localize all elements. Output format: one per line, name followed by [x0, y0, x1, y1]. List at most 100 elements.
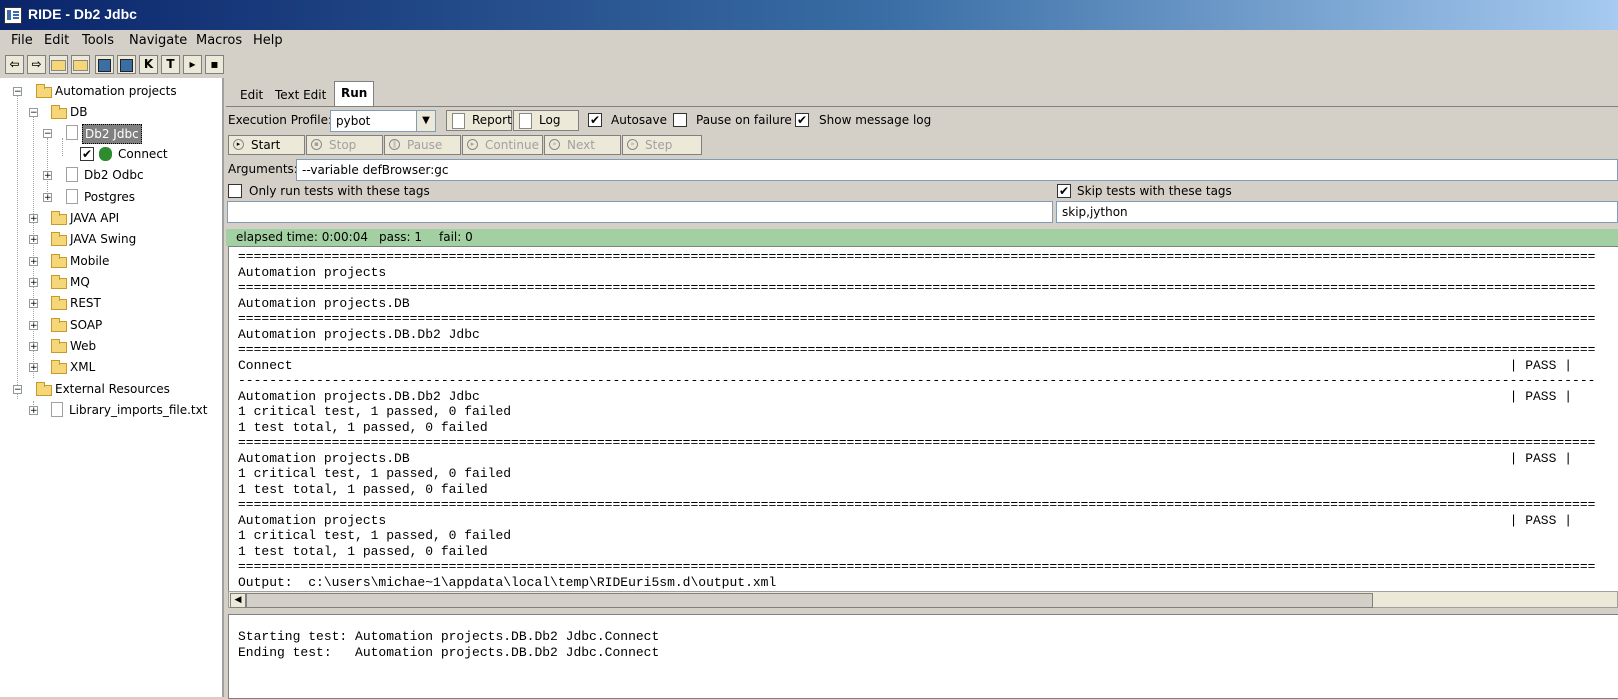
arguments-label: Arguments: [228, 162, 298, 176]
scroll-left-icon[interactable]: ◀ [230, 593, 246, 608]
next-icon: » [549, 139, 560, 150]
stop-button[interactable]: ▪ Stop [306, 135, 383, 155]
report-icon [452, 113, 465, 129]
menu-edit[interactable]: Edit [44, 33, 69, 48]
test-checkbox[interactable]: ✔ [80, 147, 94, 161]
tree-item-db2-jdbc[interactable]: − Db2 Jdbc [42, 123, 212, 144]
folder-icon [51, 275, 67, 289]
tab-text-edit[interactable]: Text Edit [269, 84, 332, 106]
only-run-tags-input[interactable] [227, 201, 1053, 223]
file-icon [66, 167, 78, 182]
tree-item-soap[interactable]: + SOAP [28, 315, 208, 335]
tree-item-java-swing[interactable]: + JAVA Swing [28, 229, 208, 249]
continue-icon: ▸ [467, 139, 478, 150]
folder-icon [51, 211, 67, 225]
window-title: RIDE - Db2 Jdbc [28, 6, 137, 22]
show-message-log-checkbox[interactable]: ✔ [795, 113, 809, 127]
tab-run[interactable]: Run [334, 81, 375, 107]
editor-panel: Edit Text Edit Run Execution Profile: py… [226, 78, 1618, 699]
console-output[interactable]: ========================================… [228, 246, 1618, 593]
step-over-button[interactable]: » Step over [622, 135, 702, 170]
tree-item-external-resources[interactable]: − External Resources [12, 379, 212, 399]
external-folder-icon [36, 382, 52, 396]
file-icon [66, 189, 78, 204]
menu-help[interactable]: Help [253, 33, 283, 48]
open-folder-icon[interactable] [49, 55, 68, 74]
scrollbar-thumb[interactable] [246, 593, 1373, 608]
title-bar: RIDE - Db2 Jdbc [0, 0, 1618, 30]
play-icon: ▸ [233, 139, 244, 150]
tree-item-rest[interactable]: + REST [28, 293, 208, 313]
run-icon[interactable]: ▸ [183, 55, 202, 74]
pause-button[interactable]: ‖ Pause [384, 135, 461, 155]
console-text: ========================================… [238, 249, 1596, 590]
tab-edit[interactable]: Edit [234, 84, 269, 106]
stop-icon[interactable]: ▪ [205, 55, 224, 74]
pause-on-failure-checkbox[interactable] [673, 113, 687, 127]
save-all-icon[interactable] [117, 55, 136, 74]
arrow-right-icon[interactable]: ⇨ [27, 55, 46, 74]
execution-profile-select[interactable]: pybot ▼ [330, 110, 436, 132]
folder-icon [51, 339, 67, 353]
log-icon [519, 113, 532, 129]
keyword-search-icon[interactable]: K [139, 55, 158, 74]
tree-item-mobile[interactable]: + Mobile [28, 251, 208, 271]
autosave-checkbox[interactable]: ✔ [588, 113, 602, 127]
pause-on-failure-label: Pause on failure [696, 113, 792, 127]
run-status-bar: elapsed time: 0:00:04 pass: 1 fail: 0 [226, 229, 1618, 246]
tree-item-mq[interactable]: + MQ [28, 272, 208, 292]
folder-icon [51, 254, 67, 268]
tree-item-automation-projects[interactable]: − Automation projects [12, 81, 212, 101]
arrow-left-icon[interactable]: ⇦ [5, 55, 24, 74]
folder-icon[interactable] [71, 55, 90, 74]
test-search-icon[interactable]: T [161, 55, 180, 74]
next-button[interactable]: » Next [544, 135, 621, 155]
pass-count: pass: 1 [379, 230, 422, 244]
start-button[interactable]: ▸ Start [228, 135, 305, 155]
tree-line [17, 96, 18, 399]
tree-item-java-api[interactable]: + JAVA API [28, 208, 208, 228]
menu-tools[interactable]: Tools [82, 33, 114, 48]
tree-item-xml[interactable]: + XML [28, 357, 208, 377]
chevron-down-icon[interactable]: ▼ [416, 111, 435, 131]
only-run-tags-label: Only run tests with these tags [249, 184, 430, 198]
elapsed-time: elapsed time: 0:00:04 [236, 230, 368, 244]
skip-tags-checkbox[interactable]: ✔ [1057, 184, 1071, 198]
toolbar: ⇦ ⇨ K T ▸ ▪ [0, 52, 1618, 78]
folder-icon [51, 232, 67, 246]
console-horizontal-scrollbar[interactable]: ◀ [228, 591, 1618, 608]
file-icon [66, 125, 78, 140]
project-tree: − Automation projects − DB − Db2 Jdbc ✔ … [0, 78, 224, 697]
folder-icon [51, 296, 67, 310]
folder-icon [36, 84, 52, 98]
tree-item-db[interactable]: − DB [28, 102, 208, 122]
menu-navigate[interactable]: Navigate [129, 33, 187, 48]
show-message-log-label: Show message log [819, 113, 932, 127]
tree-item-web[interactable]: + Web [28, 336, 208, 356]
skip-tags-input[interactable]: skip,jython [1056, 201, 1618, 223]
tree-item-library-file[interactable]: + Library_imports_file.txt [28, 400, 218, 420]
stop-icon: ▪ [311, 139, 322, 150]
tree-item-db2-odbc[interactable]: + Db2 Odbc [42, 165, 212, 185]
only-run-tags-checkbox[interactable] [228, 184, 242, 198]
tree-item-connect[interactable]: ✔ Connect [78, 144, 208, 164]
autosave-label: Autosave [611, 113, 667, 127]
message-log-text: Starting test: Automation projects.DB.Db… [238, 629, 660, 660]
test-case-icon [99, 147, 112, 161]
report-button[interactable]: Report [446, 110, 512, 131]
continue-button[interactable]: ▸ Continue [462, 135, 543, 155]
log-button[interactable]: Log [513, 110, 579, 131]
arguments-input[interactable]: --variable defBrowser:gc [296, 159, 1618, 181]
step-over-icon: » [627, 139, 638, 150]
menu-file[interactable]: File [11, 33, 33, 48]
tree-item-postgres[interactable]: + Postgres [42, 187, 212, 207]
fail-count: fail: 0 [439, 230, 473, 244]
resource-file-icon [51, 402, 63, 417]
tab-divider [226, 106, 1618, 107]
save-icon[interactable] [95, 55, 114, 74]
message-log[interactable]: Starting test: Automation projects.DB.Db… [228, 614, 1618, 699]
folder-icon [51, 360, 67, 374]
menu-macros[interactable]: Macros [196, 33, 242, 48]
menu-bar: File Edit Tools Navigate Macros Help [0, 30, 1618, 52]
folder-icon [51, 105, 67, 119]
